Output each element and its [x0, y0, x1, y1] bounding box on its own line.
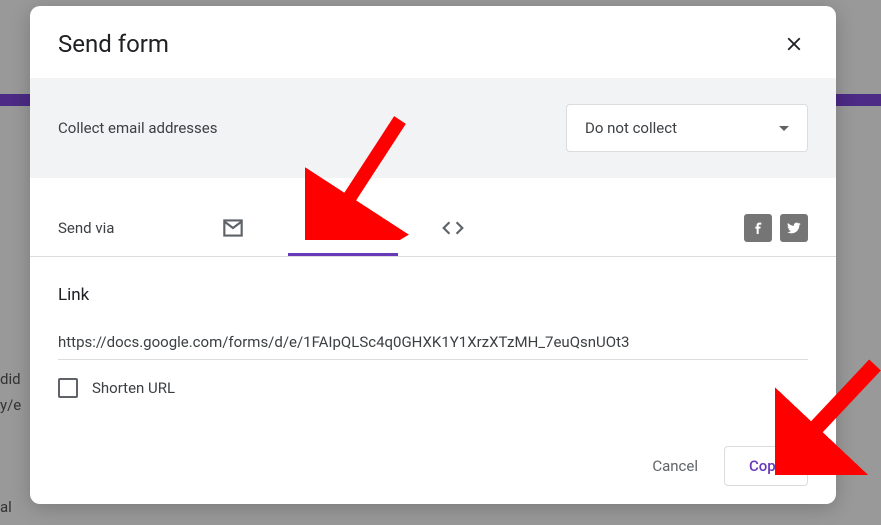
link-url-field[interactable]: https://docs.google.com/forms/d/e/1FAIpQ…: [58, 329, 808, 360]
link-section: Link https://docs.google.com/forms/d/e/1…: [30, 257, 836, 398]
twitter-icon: [786, 220, 802, 236]
email-icon: [220, 215, 246, 241]
close-icon: [783, 33, 805, 55]
send-via-label: Send via: [58, 219, 178, 237]
collect-email-label: Collect email addresses: [58, 119, 218, 137]
collect-email-section: Collect email addresses Do not collect: [30, 78, 836, 178]
dropdown-selected-value: Do not collect: [585, 119, 677, 137]
facebook-icon: [750, 220, 766, 236]
send-via-section: Send via: [30, 178, 836, 257]
send-form-dialog: Send form Collect email addresses Do not…: [30, 6, 836, 504]
dialog-footer: Cancel Copy: [638, 446, 808, 486]
shorten-url-label: Shorten URL: [92, 379, 175, 397]
dialog-header: Send form: [30, 6, 836, 78]
backdrop-text: did: [0, 370, 21, 388]
close-button[interactable]: [780, 30, 808, 58]
link-heading: Link: [58, 285, 808, 305]
twitter-share-button[interactable]: [780, 214, 808, 242]
facebook-share-button[interactable]: [744, 214, 772, 242]
cancel-button[interactable]: Cancel: [638, 447, 712, 485]
send-via-tabs: [178, 200, 508, 256]
collect-email-dropdown[interactable]: Do not collect: [566, 104, 808, 152]
tab-embed[interactable]: [398, 200, 508, 256]
chevron-down-icon: [779, 126, 789, 131]
embed-icon: [440, 215, 466, 241]
dialog-title: Send form: [58, 30, 169, 58]
copy-button[interactable]: Copy: [724, 446, 808, 486]
tab-link[interactable]: [288, 200, 398, 256]
tab-email[interactable]: [178, 200, 288, 256]
shorten-url-row: Shorten URL: [58, 378, 808, 398]
backdrop-text: al: [0, 498, 12, 516]
backdrop-text: y/e: [0, 396, 21, 414]
link-icon: [329, 214, 357, 242]
social-share-icons: [744, 214, 808, 242]
shorten-url-checkbox[interactable]: [58, 378, 78, 398]
